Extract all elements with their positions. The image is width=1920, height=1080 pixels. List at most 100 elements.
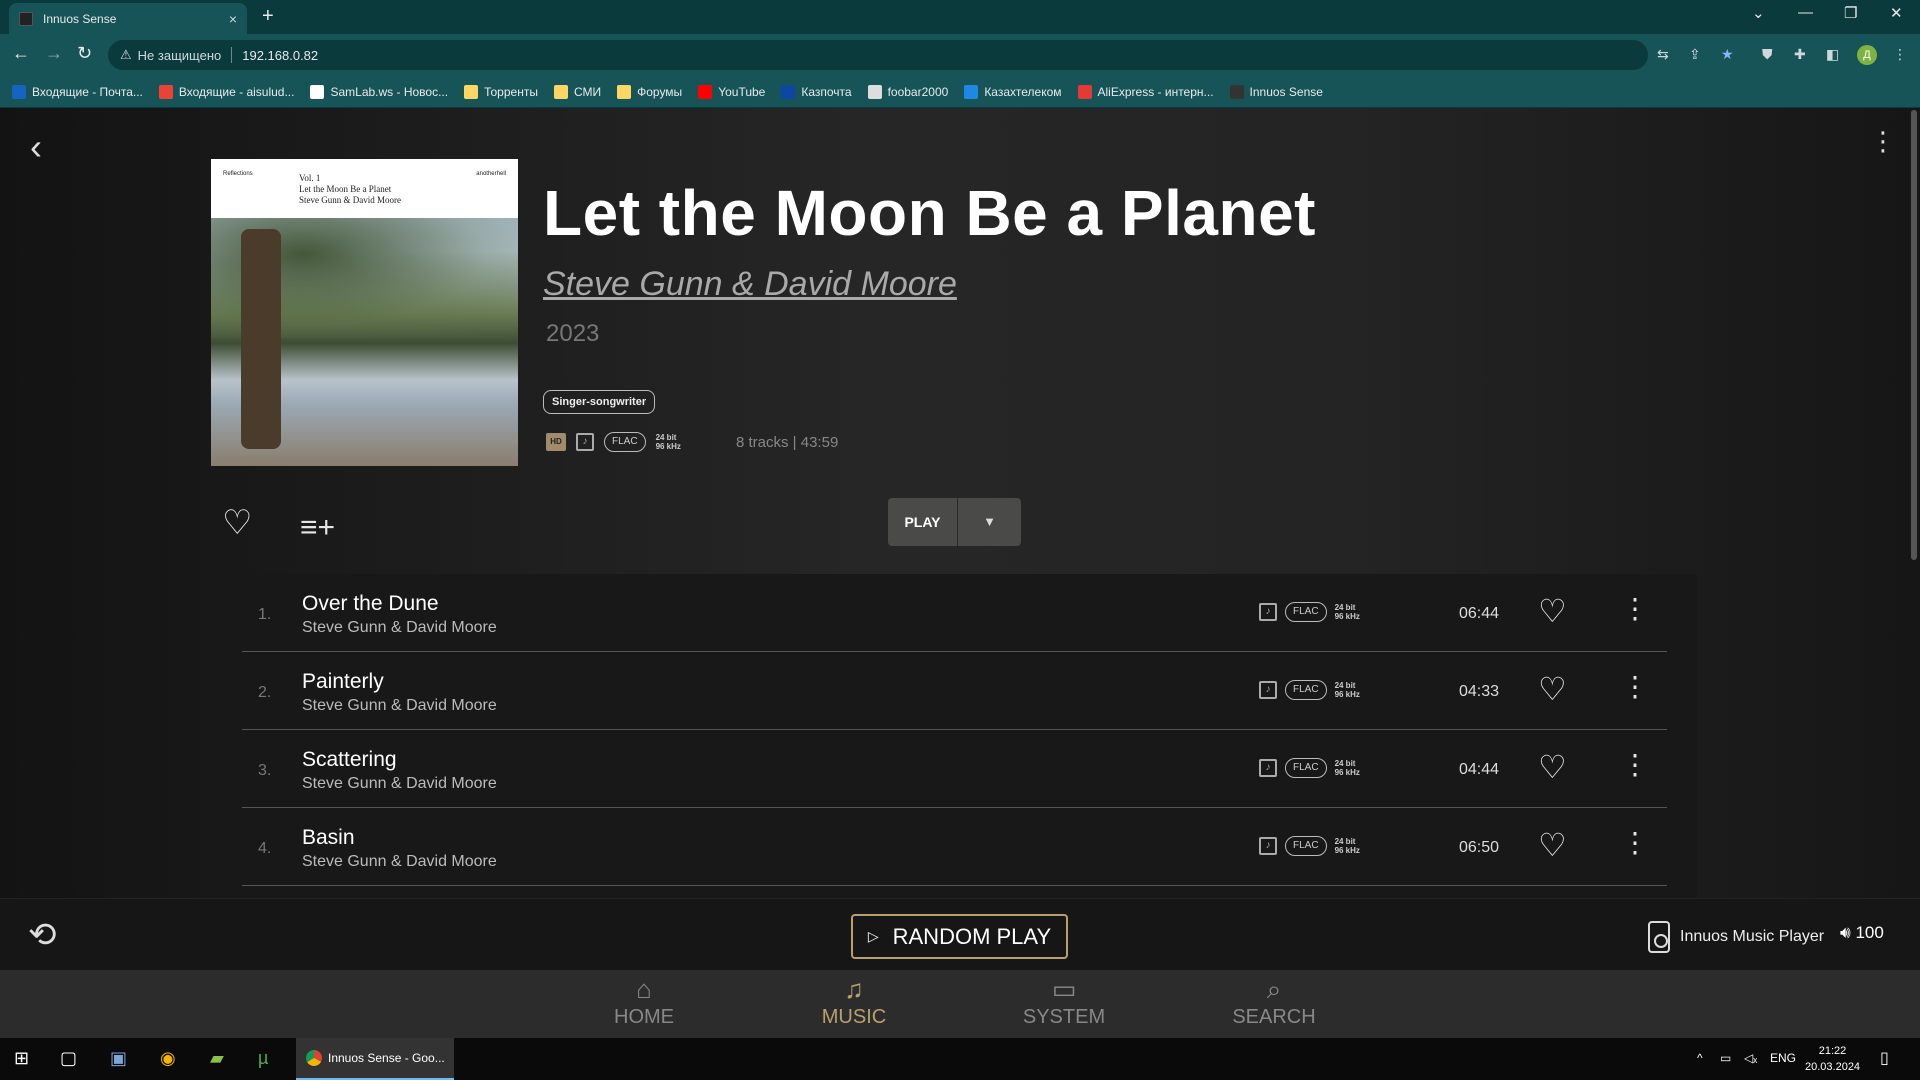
- track-format: ♪ FLAC 24 bit 96 kHz: [1259, 602, 1360, 622]
- bookmark-label: Innuos Sense: [1249, 84, 1323, 99]
- chrome-app-icon[interactable]: ◉: [160, 1048, 176, 1069]
- bookmark-item[interactable]: Входящие - aisulud...: [158, 84, 294, 99]
- play-options-dropdown-icon[interactable]: ▼: [958, 498, 1021, 546]
- tab-close-icon[interactable]: ×: [229, 11, 237, 27]
- volume-control[interactable]: 🔊︎ 100: [1840, 923, 1884, 943]
- track-artist[interactable]: Steve Gunn & David Moore: [302, 775, 497, 793]
- output-device[interactable]: Innuos Music Player: [1648, 921, 1824, 953]
- omnibox[interactable]: ⚠ Не защищено 192.168.0.82: [108, 40, 1648, 70]
- translate-icon[interactable]: ⇆: [1657, 46, 1669, 63]
- nav-home-label: HOME: [614, 1006, 674, 1028]
- track-more-icon[interactable]: ⋮: [1621, 826, 1649, 859]
- bookmark-item[interactable]: Форумы: [617, 84, 682, 99]
- track-artist[interactable]: Steve Gunn & David Moore: [302, 697, 497, 715]
- reload-icon[interactable]: ↻: [77, 43, 92, 64]
- bookmark-label: Входящие - Почта...: [32, 84, 143, 99]
- genre-tag[interactable]: Singer-songwriter: [543, 390, 656, 414]
- task-view-icon[interactable]: ▢: [60, 1048, 77, 1069]
- track-more-icon[interactable]: ⋮: [1621, 748, 1649, 781]
- utorrent-app-icon[interactable]: µ: [258, 1048, 268, 1069]
- page-more-icon[interactable]: ⋮: [1870, 126, 1896, 157]
- track-artist[interactable]: Steve Gunn & David Moore: [302, 853, 497, 871]
- album-cover[interactable]: Reflections Vol. 1 Let the Moon Be a Pla…: [211, 159, 518, 466]
- bookmark-item[interactable]: SamLab.ws - Новос...: [310, 84, 448, 99]
- music-file-icon: ♪: [576, 433, 594, 451]
- album-artist-link[interactable]: Steve Gunn & David Moore: [543, 265, 957, 304]
- security-label[interactable]: Не защищено: [138, 48, 222, 63]
- bookmark-item[interactable]: Казахтелеком: [964, 84, 1062, 99]
- track-more-icon[interactable]: ⋮: [1621, 670, 1649, 703]
- minimize-icon[interactable]: —: [1798, 4, 1813, 21]
- track-title[interactable]: Scattering: [302, 748, 397, 772]
- track-title[interactable]: Painterly: [302, 670, 384, 694]
- history-icon[interactable]: ⟲: [28, 915, 57, 955]
- url-text[interactable]: 192.168.0.82: [242, 48, 318, 63]
- bookmark-item[interactable]: foobar2000: [867, 84, 948, 99]
- bookmark-star-icon[interactable]: ★: [1721, 46, 1734, 63]
- nav-music[interactable]: ♫ MUSIC: [794, 974, 914, 1029]
- track-duration: 04:44: [1459, 761, 1500, 778]
- track-more-icon[interactable]: ⋮: [1621, 592, 1649, 625]
- favorite-heart-icon[interactable]: ♡: [222, 503, 252, 543]
- album-page: ‹ ⋮ Reflections Vol. 1 Let the Moon Be a…: [0, 108, 1920, 898]
- player-bar: ⟲ ▷ RANDOM PLAY Innuos Music Player 🔊︎ 1…: [0, 898, 1920, 970]
- innuos-favicon-icon: [19, 11, 33, 26]
- track-row[interactable]: 1. Over the Dune Steve Gunn & David Moore ♪…: [242, 574, 1667, 652]
- window-close-icon[interactable]: ✕: [1890, 4, 1903, 22]
- profile-avatar[interactable]: Д: [1857, 45, 1877, 65]
- track-title[interactable]: Over the Dune: [302, 592, 439, 616]
- side-panel-icon[interactable]: ◧: [1826, 46, 1839, 63]
- notifications-icon[interactable]: ▯: [1880, 1048, 1889, 1068]
- windows-start-icon[interactable]: ⊞: [14, 1048, 29, 1069]
- track-row[interactable]: 3. Scattering Steve Gunn & David Moore ♪ FLA…: [242, 730, 1667, 808]
- browser-tab[interactable]: Innuos Sense ×: [9, 3, 247, 34]
- resolution-info: 24 bit 96 kHz: [656, 433, 681, 451]
- bookmark-item[interactable]: AliExpress - интерн...: [1077, 84, 1214, 99]
- taskbar-active-window[interactable]: Innuos Sense - Goo...: [296, 1038, 454, 1080]
- nav-search[interactable]: ⌕ SEARCH: [1214, 974, 1334, 1029]
- play-button[interactable]: PLAY: [888, 498, 958, 546]
- track-row[interactable]: 4. Basin Steve Gunn & David Moore ♪ FLAC 24 b…: [242, 808, 1667, 886]
- track-resolution: 24 bit 96 kHz: [1335, 603, 1360, 621]
- restore-icon[interactable]: ❐: [1844, 4, 1857, 22]
- nav-home[interactable]: ⌂ HOME: [584, 974, 704, 1029]
- back-arrow-icon[interactable]: ←: [12, 43, 30, 64]
- notes-app-icon[interactable]: ▰: [210, 1048, 224, 1069]
- bookmark-item[interactable]: Казпочта: [781, 84, 852, 99]
- page-scrollbar[interactable]: [1911, 110, 1917, 560]
- tab-search-icon[interactable]: ⌄: [1752, 4, 1765, 22]
- bookmark-item[interactable]: Innuos Sense: [1229, 84, 1323, 99]
- bookmark-item[interactable]: СМИ: [553, 84, 601, 99]
- track-favorite-heart-icon[interactable]: ♡: [1538, 748, 1567, 786]
- tray-chevron-icon[interactable]: ^: [1697, 1051, 1703, 1065]
- share-icon[interactable]: ⇪: [1689, 46, 1701, 63]
- shield-extension-icon[interactable]: ⛊: [1762, 46, 1773, 63]
- back-chevron-icon[interactable]: ‹: [30, 126, 42, 168]
- track-format: ♪ FLAC 24 bit 96 kHz: [1259, 758, 1360, 778]
- bookmark-item[interactable]: YouTube: [698, 84, 765, 99]
- device-name: Innuos Music Player: [1680, 928, 1825, 945]
- bookmark-item[interactable]: Торренты: [464, 84, 538, 99]
- random-play-button[interactable]: ▷ RANDOM PLAY: [851, 914, 1068, 959]
- save-app-icon[interactable]: ▣: [110, 1048, 127, 1069]
- new-tab-button[interactable]: +: [262, 5, 274, 28]
- track-favorite-heart-icon[interactable]: ♡: [1538, 670, 1567, 708]
- browser-menu-icon[interactable]: ⋮: [1893, 46, 1907, 63]
- nav-system[interactable]: ▭ SYSTEM: [1004, 974, 1124, 1029]
- extensions-puzzle-icon[interactable]: ✚: [1794, 46, 1806, 63]
- track-row[interactable]: 2. Painterly Steve Gunn & David Moore ♪ FLAC…: [242, 652, 1667, 730]
- track-artist[interactable]: Steve Gunn & David Moore: [302, 619, 497, 637]
- sound-muted-icon[interactable]: ◁ₓ: [1744, 1051, 1757, 1065]
- network-icon[interactable]: ▭: [1720, 1051, 1731, 1065]
- track-favorite-heart-icon[interactable]: ♡: [1538, 592, 1567, 630]
- system-clock[interactable]: 21:22 20.03.2024: [1805, 1043, 1860, 1075]
- forward-arrow-icon[interactable]: →: [45, 43, 63, 64]
- track-bit-depth: 24 bit: [1334, 603, 1356, 612]
- track-number: 4.: [258, 840, 272, 857]
- track-favorite-heart-icon[interactable]: ♡: [1538, 826, 1567, 864]
- add-to-queue-icon[interactable]: ≡+: [300, 511, 335, 545]
- language-indicator[interactable]: ENG: [1770, 1051, 1796, 1065]
- bookmark-item[interactable]: Входящие - Почта...: [12, 84, 143, 99]
- track-resolution: 24 bit 96 kHz: [1335, 681, 1360, 699]
- track-title[interactable]: Basin: [302, 826, 355, 850]
